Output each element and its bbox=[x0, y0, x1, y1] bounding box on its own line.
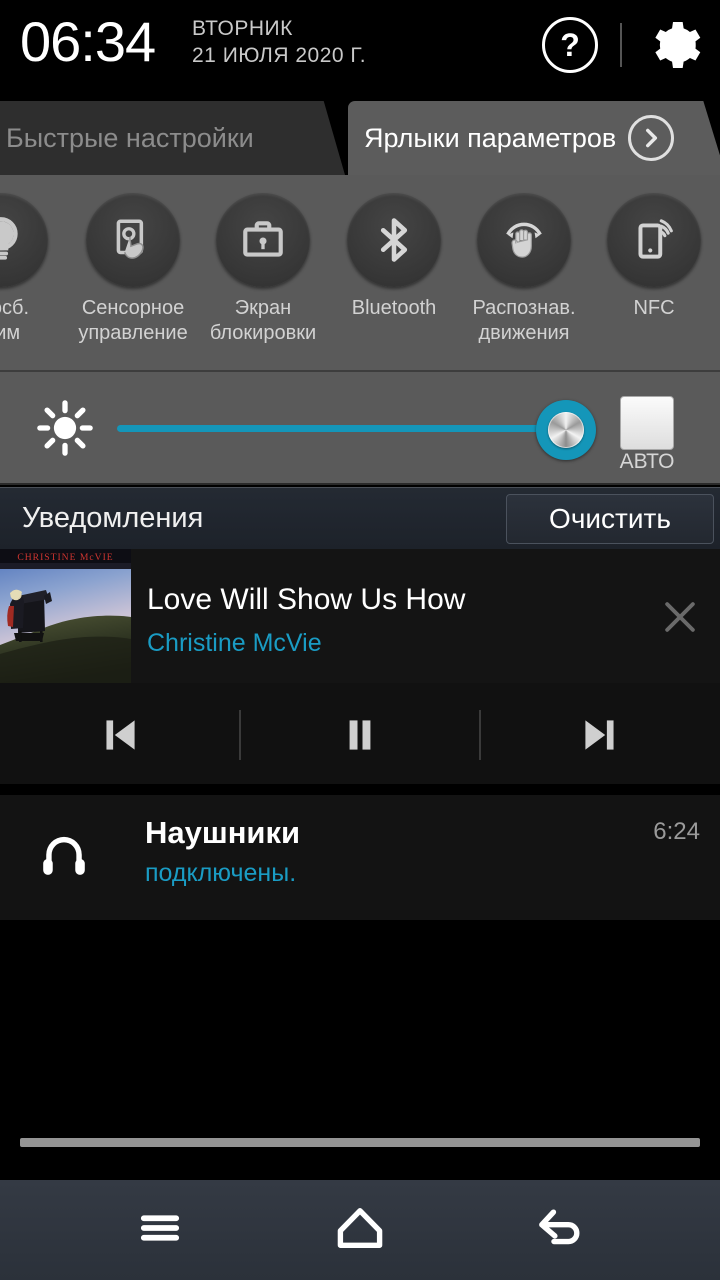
header-actions: ? bbox=[542, 16, 702, 74]
toggle-bluetooth[interactable]: Bluetooth bbox=[329, 193, 459, 321]
clock: 06:34 bbox=[20, 10, 156, 73]
chevron-right-circle-icon[interactable] bbox=[628, 115, 675, 161]
toggle-lock-screen[interactable]: Экран блокировки bbox=[198, 193, 328, 346]
nfc-phone-icon bbox=[607, 193, 701, 287]
brightness-slider-thumb[interactable] bbox=[536, 400, 596, 460]
hamburger-menu-icon bbox=[134, 1202, 186, 1259]
album-art: CHRISTINE McVIE bbox=[0, 549, 131, 683]
media-controls bbox=[0, 683, 720, 787]
brightness-sun-icon bbox=[36, 399, 94, 462]
gear-icon[interactable] bbox=[644, 16, 702, 74]
slider-knob bbox=[548, 412, 584, 448]
notifications-title: Уведомления bbox=[22, 502, 204, 534]
navigation-bar bbox=[0, 1180, 720, 1280]
nav-back-button[interactable] bbox=[440, 1180, 680, 1280]
power-saving-bulb-icon bbox=[0, 193, 48, 287]
toggle-nfc[interactable]: NFC bbox=[589, 193, 719, 321]
notification-shade-screen: 06:34 ВТОРНИК 21 ИЮЛЯ 2020 Г. ? Быстрые … bbox=[0, 0, 720, 1280]
toggle-nfc-label: NFC bbox=[633, 297, 675, 319]
notifications-header: Уведомления Очистить bbox=[0, 487, 720, 549]
headphones-subtitle: подключены. bbox=[145, 859, 297, 887]
headphones-timestamp: 6:24 bbox=[653, 818, 700, 845]
media-next-button[interactable] bbox=[480, 683, 720, 787]
shade-drag-handle[interactable] bbox=[20, 1138, 700, 1147]
toggle-touch-control[interactable]: Сенсорное управление bbox=[68, 193, 198, 346]
media-notification[interactable]: CHRISTINE McVIE Love Will Show Us How Ch… bbox=[0, 549, 720, 683]
media-title: Love Will Show Us How bbox=[147, 583, 466, 616]
svg-text:CHRISTINE McVIE: CHRISTINE McVIE bbox=[17, 552, 113, 563]
tab-setting-shortcuts-label: Ярлыки параметров bbox=[364, 122, 617, 153]
status-header: 06:34 ВТОРНИК 21 ИЮЛЯ 2020 Г. ? bbox=[0, 0, 720, 95]
auto-brightness-label: АВТО bbox=[619, 450, 675, 473]
touch-control-icon bbox=[86, 193, 180, 287]
tab-quick-settings[interactable]: Быстрые настройки bbox=[0, 101, 345, 175]
date-block: ВТОРНИК 21 ИЮЛЯ 2020 Г. bbox=[192, 15, 366, 70]
date-label: 21 ИЮЛЯ 2020 Г. bbox=[192, 44, 367, 67]
close-x-icon[interactable] bbox=[658, 595, 702, 644]
briefcase-lock-icon bbox=[216, 193, 310, 287]
media-pause-button[interactable] bbox=[240, 683, 480, 787]
clear-notifications-button[interactable]: Очистить bbox=[506, 494, 714, 544]
question-mark-circle-icon[interactable]: ? bbox=[542, 17, 598, 73]
motion-hand-icon bbox=[477, 193, 571, 287]
headphones-title: Наушники bbox=[145, 815, 301, 850]
header-divider bbox=[620, 23, 622, 67]
auto-brightness-checkbox[interactable] bbox=[620, 396, 674, 450]
tab-setting-shortcuts[interactable]: Ярлыки параметров bbox=[348, 101, 720, 175]
headphones-notification[interactable]: Наушники подключены. 6:24 bbox=[0, 795, 720, 920]
toggle-motion-recognition[interactable]: Распознав. движения bbox=[459, 193, 589, 346]
bluetooth-icon bbox=[347, 193, 441, 287]
tab-quick-settings-label: Быстрые настройки bbox=[6, 122, 254, 153]
back-arrow-icon bbox=[532, 1200, 588, 1261]
brightness-slider-track[interactable] bbox=[117, 425, 567, 432]
home-icon bbox=[332, 1200, 388, 1261]
media-previous-button[interactable] bbox=[0, 683, 240, 787]
quick-toggles-panel: огосб.жим Сенсорноеуправление bbox=[0, 175, 720, 372]
media-text-block: Love Will Show Us How Christine McVie bbox=[147, 581, 465, 661]
panel-tabs: Быстрые настройки Ярлыки параметров bbox=[0, 95, 720, 175]
weekday-label: ВТОРНИК bbox=[192, 17, 293, 40]
media-artist: Christine McVie bbox=[147, 629, 322, 657]
quick-toggles-row: огосб.жим Сенсорноеуправление bbox=[0, 175, 720, 370]
headphones-icon bbox=[38, 830, 90, 887]
